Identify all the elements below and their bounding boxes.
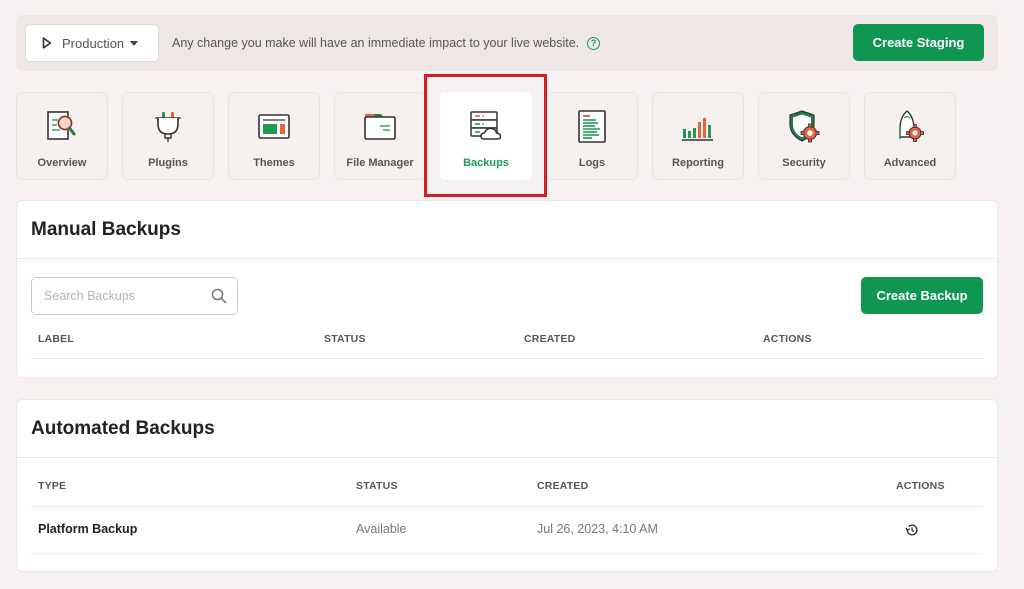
column-header-label: LABEL	[38, 333, 74, 345]
nav-item-security[interactable]: Security	[758, 92, 850, 180]
folder-icon	[364, 114, 396, 140]
nav-item-plugins[interactable]: Plugins	[122, 92, 214, 180]
manual-backups-card: Manual Backups Create Backup LABEL STATU…	[16, 200, 998, 379]
backup-created: Jul 26, 2023, 4:10 AM	[537, 522, 658, 536]
nav-item-label: Themes	[253, 157, 295, 169]
nav-item-label: Reporting	[672, 157, 724, 169]
nav-item-label: Backups	[463, 157, 509, 169]
environment-message: Any change you make will have an immedia…	[172, 36, 580, 50]
search-backups-field[interactable]	[31, 277, 238, 315]
search-backups-input[interactable]	[44, 289, 211, 303]
backup-type: Platform Backup	[38, 522, 138, 536]
automated-backups-card: Automated Backups TYPE STATUS CREATED AC…	[16, 399, 998, 572]
manual-backups-title: Manual Backups	[17, 201, 997, 259]
nav-item-label: Logs	[578, 157, 606, 169]
automated-backups-table-header: TYPE STATUS CREATED ACTIONS	[31, 480, 983, 507]
nav-item-logs[interactable]: Logs	[546, 92, 638, 180]
manual-backups-table-header: LABEL STATUS CREATED ACTIONS	[31, 333, 983, 359]
site-tools-nav: Overview Plugins Themes File Manager Bac…	[16, 92, 956, 180]
restore-button[interactable]	[905, 523, 919, 540]
nav-item-backups[interactable]: Backups	[440, 92, 532, 180]
column-header-status: STATUS	[356, 480, 398, 492]
nav-item-label: Overview	[37, 157, 87, 169]
column-header-type: TYPE	[38, 480, 67, 492]
automated-backups-title: Automated Backups	[17, 400, 997, 458]
create-staging-button[interactable]: Create Staging	[853, 24, 984, 61]
backup-status: Available	[356, 522, 407, 536]
bar-chart-icon	[682, 118, 713, 141]
shield-gear-icon	[789, 110, 820, 143]
column-header-created: CREATED	[537, 480, 589, 492]
play-icon	[42, 37, 52, 49]
create-backup-button[interactable]: Create Backup	[861, 277, 983, 314]
column-header-status: STATUS	[324, 333, 366, 345]
column-header-actions: ACTIONS	[896, 480, 945, 492]
restore-history-icon[interactable]	[905, 523, 919, 537]
nav-item-label: Plugins	[148, 157, 188, 169]
question-circle-icon[interactable]: ?	[587, 36, 601, 50]
rocket-gear-icon	[899, 110, 924, 142]
log-file-icon	[578, 110, 606, 143]
search-icon[interactable]	[211, 288, 227, 304]
nav-item-file-manager[interactable]: File Manager	[334, 92, 426, 180]
column-header-created: CREATED	[524, 333, 576, 345]
nav-item-reporting[interactable]: Reporting	[652, 92, 744, 180]
table-row: Platform Backup Available Jul 26, 2023, …	[31, 507, 983, 554]
nav-item-label: Advanced	[883, 157, 937, 169]
layout-icon	[258, 114, 290, 139]
environment-select-value: Production	[62, 35, 125, 51]
nav-item-label: Security	[782, 157, 826, 169]
environment-bar: Production Any change you make will have…	[16, 15, 998, 71]
nav-item-overview[interactable]: Overview	[16, 92, 108, 180]
plug-icon	[155, 112, 181, 142]
server-cloud-icon	[470, 111, 502, 140]
environment-select[interactable]: Production	[25, 24, 159, 62]
nav-item-advanced[interactable]: Advanced	[864, 92, 956, 180]
document-search-icon	[47, 111, 76, 140]
column-header-actions: ACTIONS	[763, 333, 812, 345]
nav-item-themes[interactable]: Themes	[228, 92, 320, 180]
chevron-down-icon	[130, 40, 139, 46]
nav-item-label: File Manager	[346, 157, 414, 169]
